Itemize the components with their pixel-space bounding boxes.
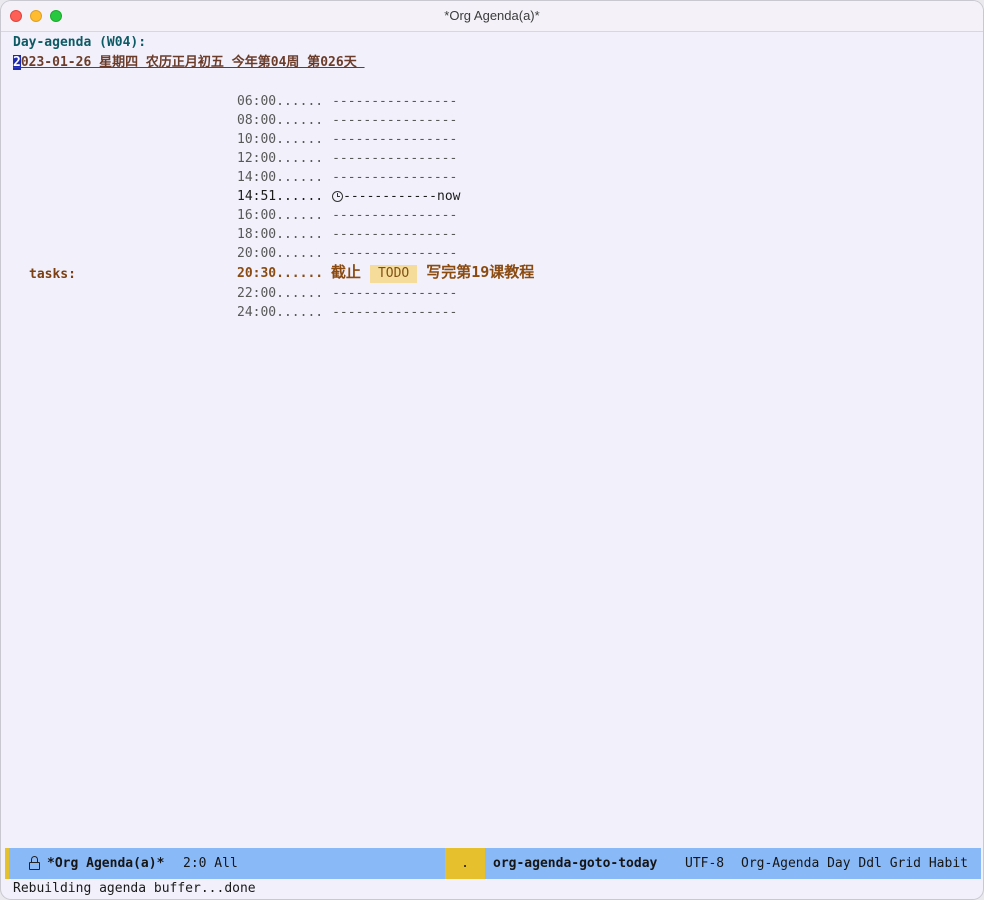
time-grid-row[interactable]: 06:00...... ---------------- [237,92,457,111]
agenda-date-line[interactable]: 2023-01-26 星期四 农历正月初五 今年第04周 第026天 [13,53,365,72]
modeline-status-dot: . [445,848,485,879]
grid-dashes: ---------------- [332,305,458,320]
modeline-buffer-name[interactable]: *Org Agenda(a)* [47,848,164,879]
title-bar: *Org Agenda(a)* [1,1,983,32]
grid-dashes: ---------------- [332,227,458,242]
time-grid-row[interactable]: 14:00...... ---------------- [237,168,457,187]
grid-dashes: ---------------- [332,151,458,166]
current-time-line[interactable]: 14:51...... ------------now [237,187,461,206]
modeline-encoding[interactable]: UTF-8 [685,848,724,879]
grid-time: 16:00...... [237,208,324,223]
grid-time: 10:00...... [237,132,324,147]
mode-line[interactable]: *Org Agenda(a)* 2:0 All . org-agenda-got… [5,848,981,879]
modeline-position: 2:0 All [183,856,238,871]
grid-time: 22:00...... [237,286,324,301]
time-grid-row[interactable]: 20:00...... ---------------- [237,244,457,263]
time-grid-row[interactable]: 08:00...... ---------------- [237,111,457,130]
window-title: *Org Agenda(a)* [444,8,540,23]
now-time: 14:51...... [237,189,324,204]
time-grid-row[interactable]: 12:00...... ---------------- [237,149,457,168]
grid-dashes: ---------------- [332,94,458,109]
now-marker: ------------now [343,189,461,204]
grid-dashes: ---------------- [332,170,458,185]
grid-time: 06:00...... [237,94,324,109]
time-grid-row[interactable]: 18:00...... ---------------- [237,225,457,244]
grid-time: 08:00...... [237,113,324,128]
alarm-clock-icon [332,191,344,202]
grid-dashes: ---------------- [332,208,458,223]
grid-dashes: ---------------- [332,246,458,261]
modeline-last-command: org-agenda-goto-today [493,856,658,871]
time-grid-row[interactable]: 10:00...... ---------------- [237,130,457,149]
agenda-buffer[interactable]: Day-agenda (W04): 2023-01-26 星期四 农历正月初五 … [1,32,983,846]
grid-time: 14:00...... [237,170,324,185]
emacs-window: *Org Agenda(a)* Day-agenda (W04): 2023-0… [1,1,983,899]
task-category: tasks: [29,267,76,282]
grid-dashes: ---------------- [332,132,458,147]
agenda-header: Day-agenda (W04): [13,35,147,50]
modeline-indicator-bar [5,848,9,879]
grid-dashes: ---------------- [332,286,458,301]
grid-time: 12:00...... [237,151,324,166]
time-grid-row[interactable]: 24:00...... ---------------- [237,303,457,322]
deadline-label: 截止 [330,263,361,281]
grid-time: 18:00...... [237,227,324,242]
echo-area-message: Rebuilding agenda buffer...done [13,881,256,896]
task-time: 20:30...... [237,266,324,281]
time-grid-row[interactable]: 22:00...... ---------------- [237,284,457,303]
text-cursor: 2 [13,55,21,70]
task-title[interactable]: 写完第19课教程 [426,263,534,281]
agenda-task-item[interactable]: 20:30...... 截止 TODO 写完第19课教程 [237,263,534,283]
grid-dashes: ---------------- [332,113,458,128]
todo-keyword-badge[interactable]: TODO [369,265,418,283]
lock-icon [29,856,40,870]
grid-time: 24:00...... [237,305,324,320]
time-grid-row[interactable]: 16:00...... ---------------- [237,206,457,225]
grid-time: 20:00...... [237,246,324,261]
modeline-major-modes[interactable]: Org-Agenda Day Ddl Grid Habit [741,848,968,879]
agenda-date-text: 023-01-26 星期四 农历正月初五 今年第04周 第026天 [20,55,365,70]
